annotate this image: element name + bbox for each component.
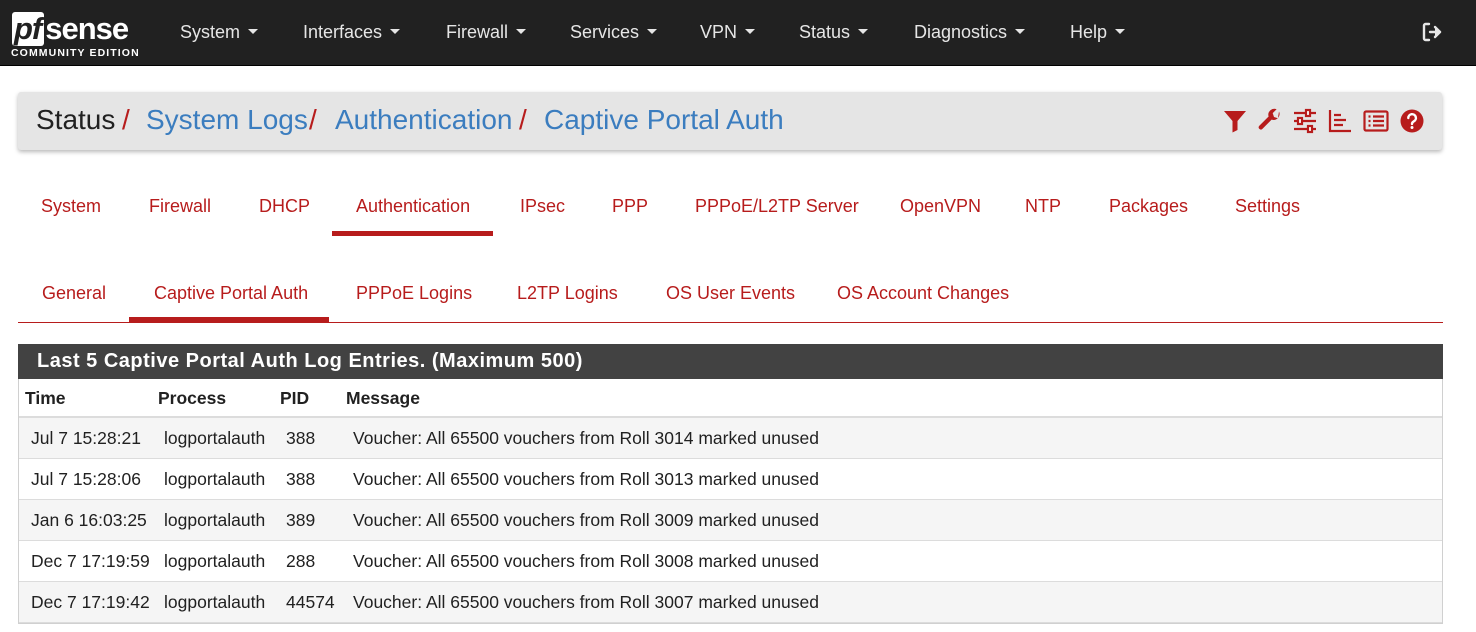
column-header-process: Process — [158, 388, 227, 408]
logo-edition: COMMUNITY EDITION — [11, 47, 140, 59]
caret-down-icon — [1115, 28, 1126, 34]
caret-down-icon — [248, 28, 259, 34]
caret-down-icon — [390, 28, 401, 34]
column-header-message: Message — [346, 388, 420, 408]
nav-menu-label: Interfaces — [303, 22, 383, 42]
subtab-divider — [18, 322, 1443, 323]
table-row: Jul 7 15:28:06 logportalauth 388 Voucher… — [19, 459, 1442, 500]
nav-menu-label: Firewall — [446, 22, 509, 42]
cell-message: Voucher: All 65500 vouchers from Roll 30… — [353, 551, 819, 571]
cell-time: Jul 7 15:28:21 — [31, 428, 141, 448]
filter-icon[interactable] — [1222, 108, 1248, 134]
cell-process: logportalauth — [164, 428, 266, 448]
cell-message: Voucher: All 65500 vouchers from Roll 30… — [353, 469, 819, 489]
cell-process: logportalauth — [164, 510, 266, 530]
tab-firewall[interactable]: Firewall — [149, 195, 211, 217]
nav-menu-label: Help — [1070, 22, 1108, 42]
nav-menu-firewall[interactable]: Firewall — [446, 20, 527, 44]
breadcrumb: Status / System Logs / Authentication / … — [18, 92, 1442, 150]
breadcrumb-root: Status — [36, 104, 116, 135]
cell-time: Dec 7 17:19:59 — [31, 551, 150, 571]
tab-dhcp[interactable]: DHCP — [259, 195, 310, 217]
caret-down-icon — [1015, 28, 1026, 34]
cell-time: Jul 7 15:28:06 — [31, 469, 141, 489]
logo-pf: pf — [12, 12, 45, 46]
nav-menu-diagnostics[interactable]: Diagnostics — [914, 20, 1026, 44]
caret-down-icon — [745, 28, 756, 34]
cell-message: Voucher: All 65500 vouchers from Roll 30… — [353, 428, 819, 448]
table-row: Dec 7 17:19:42 logportalauth 44574 Vouch… — [19, 582, 1442, 623]
breadcrumb-authentication[interactable]: Authentication — [335, 103, 512, 137]
wrench-icon[interactable] — [1257, 108, 1283, 134]
list-icon[interactable] — [1363, 108, 1389, 134]
active-tab-indicator — [332, 231, 493, 236]
nav-menu-services[interactable]: Services — [570, 20, 658, 44]
column-header-pid: PID — [280, 388, 310, 408]
nav-menu-label: Services — [570, 22, 640, 42]
top-navbar: pf sense COMMUNITY EDITION System Interfa… — [0, 0, 1476, 66]
cell-pid: 389 — [286, 510, 316, 530]
tab-openvpn[interactable]: OpenVPN — [900, 195, 981, 217]
breadcrumb-captive-portal-auth[interactable]: Captive Portal Auth — [544, 103, 784, 137]
subtab-general[interactable]: General — [42, 282, 106, 304]
breadcrumb-system-logs[interactable]: System Logs — [146, 103, 308, 137]
tab-pppoe-l2tp-server[interactable]: PPPoE/L2TP Server — [695, 195, 859, 217]
column-header-time: Time — [25, 388, 66, 408]
nav-menu-help[interactable]: Help — [1070, 20, 1126, 44]
breadcrumb-separator: / — [519, 104, 527, 135]
tab-system[interactable]: System — [41, 195, 101, 217]
cell-pid: 288 — [286, 551, 316, 571]
sign-out-icon[interactable] — [1420, 20, 1444, 44]
tab-ipsec[interactable]: IPsec — [520, 195, 565, 217]
cell-process: logportalauth — [164, 551, 266, 571]
nav-menu-label: VPN — [700, 22, 738, 42]
tab-settings[interactable]: Settings — [1235, 195, 1300, 217]
logo-wordmark: pf sense — [12, 11, 129, 46]
cell-pid: 388 — [286, 469, 316, 489]
nav-menu-status[interactable]: Status — [799, 20, 869, 44]
caret-down-icon — [858, 28, 869, 34]
subtab-os-account-changes[interactable]: OS Account Changes — [837, 282, 1009, 304]
nav-menu-system[interactable]: System — [180, 20, 259, 44]
tab-ntp[interactable]: NTP — [1025, 195, 1061, 217]
logo-sense: sense — [45, 11, 129, 46]
tab-authentication[interactable]: Authentication — [356, 195, 470, 217]
subtab-pppoe-logins[interactable]: PPPoE Logins — [356, 282, 472, 304]
cell-pid: 388 — [286, 428, 316, 448]
log-panel-title: Last 5 Captive Portal Auth Log Entries. … — [18, 344, 1443, 379]
cell-pid: 44574 — [286, 592, 335, 612]
nav-menu-label: Status — [799, 22, 851, 42]
cell-process: logportalauth — [164, 592, 266, 612]
cell-message: Voucher: All 65500 vouchers from Roll 30… — [353, 592, 819, 612]
nav-menu-label: Diagnostics — [914, 22, 1008, 42]
pfsense-logo[interactable]: pf sense COMMUNITY EDITION — [10, 12, 150, 62]
nav-menu-vpn[interactable]: VPN — [700, 20, 756, 44]
subtab-l2tp-logins[interactable]: L2TP Logins — [517, 282, 618, 304]
cell-time: Jan 6 16:03:25 — [31, 510, 147, 530]
caret-down-icon — [647, 28, 658, 34]
sliders-icon[interactable] — [1292, 108, 1318, 134]
cell-process: logportalauth — [164, 469, 266, 489]
table-row: Dec 7 17:19:59 logportalauth 288 Voucher… — [19, 541, 1442, 582]
breadcrumb-separator: / — [309, 104, 317, 135]
table-row: Jan 6 16:03:25 logportalauth 389 Voucher… — [19, 500, 1442, 541]
cell-message: Voucher: All 65500 vouchers from Roll 30… — [353, 510, 819, 530]
subtab-captive-portal-auth[interactable]: Captive Portal Auth — [154, 282, 308, 304]
nav-menu-interfaces[interactable]: Interfaces — [303, 20, 401, 44]
tab-packages[interactable]: Packages — [1109, 195, 1188, 217]
help-icon[interactable] — [1399, 108, 1425, 134]
caret-down-icon — [516, 28, 527, 34]
nav-menu-label: System — [180, 22, 241, 42]
cell-time: Dec 7 17:19:42 — [31, 592, 150, 612]
breadcrumb-separator: / — [122, 104, 130, 135]
tab-ppp[interactable]: PPP — [612, 195, 648, 217]
chart-icon[interactable] — [1327, 108, 1353, 134]
table-row: Jul 7 15:28:21 logportalauth 388 Voucher… — [19, 418, 1442, 459]
subtab-os-user-events[interactable]: OS User Events — [666, 282, 795, 304]
